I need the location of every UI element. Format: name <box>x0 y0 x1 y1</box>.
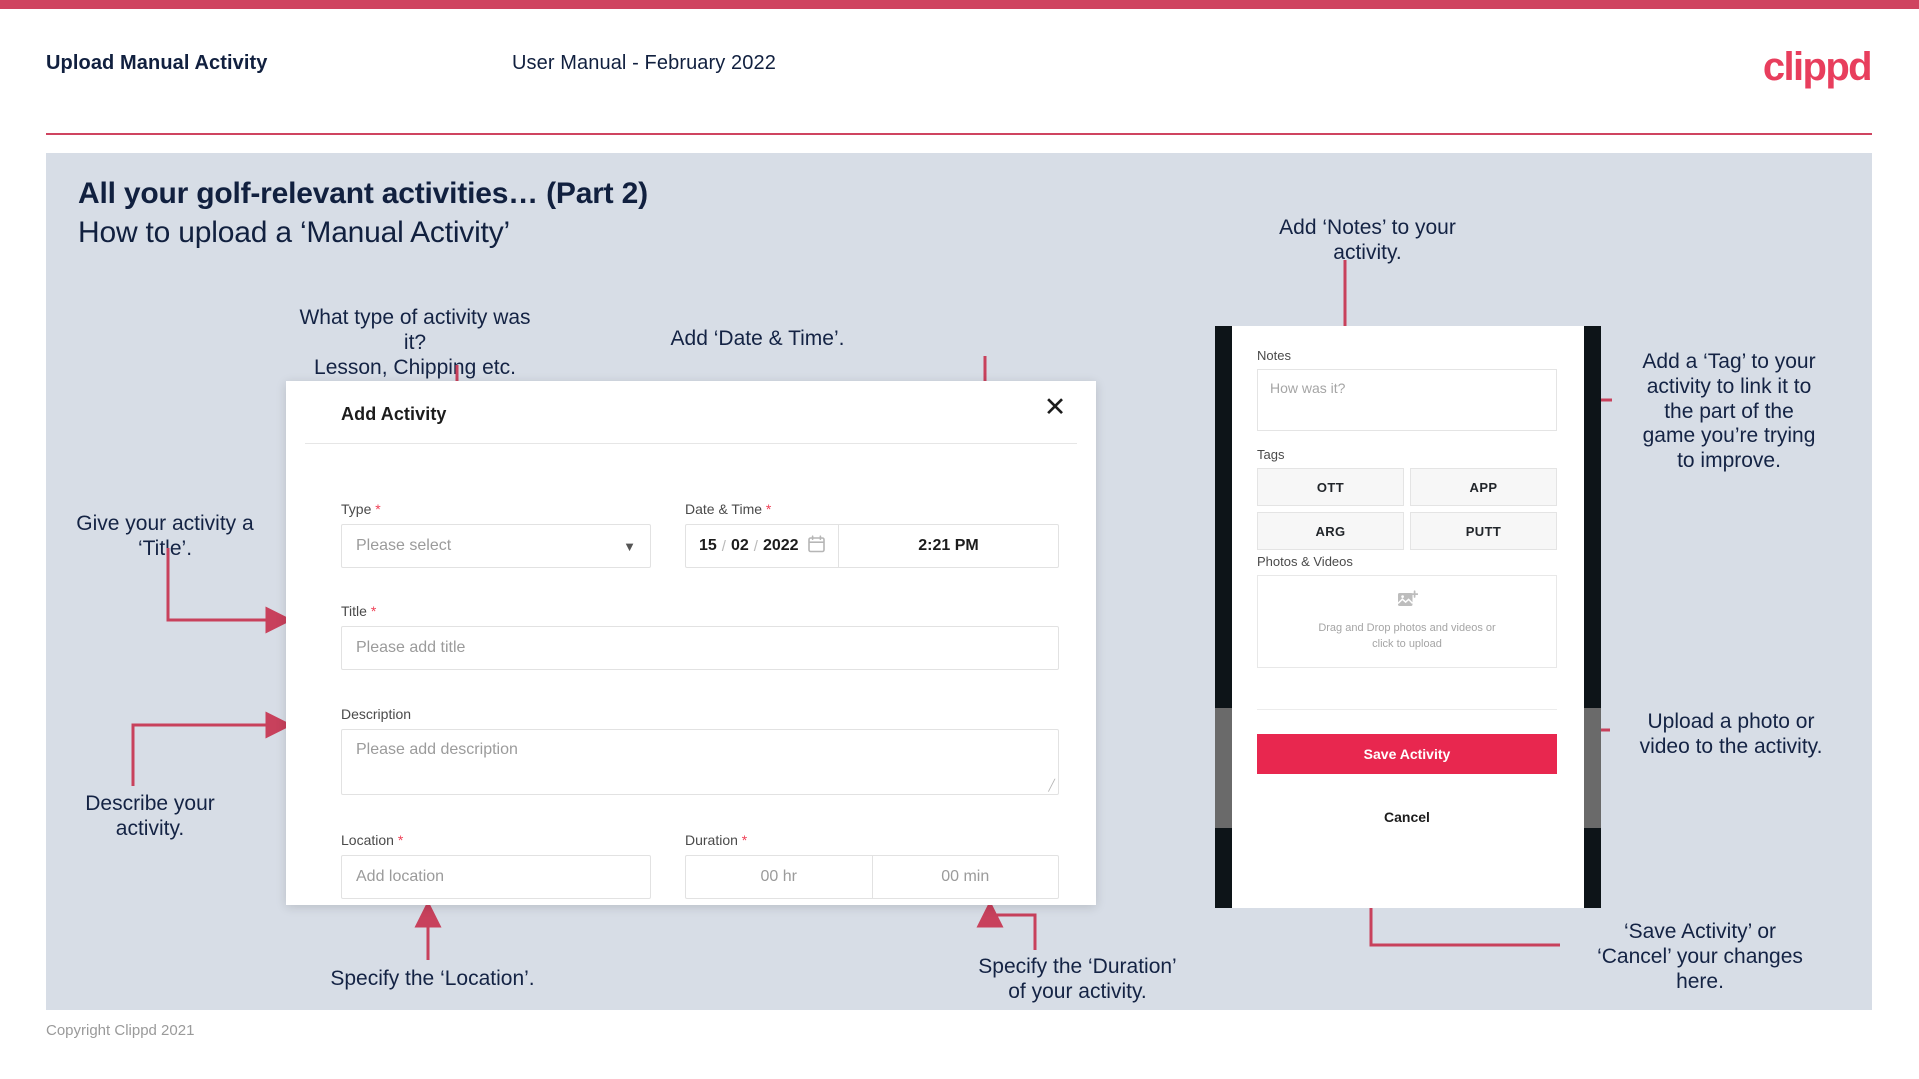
phone-notes-field: Notes How was it? <box>1257 348 1557 431</box>
annotation-notes: Add ‘Notes’ to your activity. <box>1279 216 1456 264</box>
title-input[interactable]: Please add title <box>341 626 1059 670</box>
top-accent-bar <box>0 0 1919 9</box>
cancel-button[interactable]: Cancel <box>1257 803 1557 831</box>
datetime-group: 15 / 02 / 2022 2:21 PM <box>685 524 1059 568</box>
duration-minutes-input[interactable]: 00 min <box>873 856 1059 898</box>
slide-subtitle: How to upload a ‘Manual Activity’ <box>78 216 510 249</box>
field-datetime-label-text: Date & Time <box>685 501 763 517</box>
location-input-placeholder: Add location <box>356 868 445 885</box>
field-location-label-text: Location <box>341 832 394 848</box>
field-datetime-label: Date & Time * <box>685 501 1059 517</box>
media-dropzone-hint: Drag and Drop photos and videos or click… <box>1318 621 1495 653</box>
duration-group: 00 hr 00 min <box>685 855 1059 899</box>
clippd-logo: clippd <box>1762 45 1873 89</box>
field-title-label-text: Title <box>341 603 367 619</box>
phone-notes-input[interactable]: How was it? <box>1257 369 1557 431</box>
phone-button-right <box>1584 708 1601 828</box>
add-activity-modal: Add Activity ✕ Type * Please select ▼ Da… <box>286 381 1096 905</box>
field-duration-label-text: Duration <box>685 832 738 848</box>
modal-divider <box>305 443 1077 444</box>
annotation-tags: Add a ‘Tag’ to your activity to link it t… <box>1642 350 1816 473</box>
annotation-description: Describe your activity. <box>85 792 215 840</box>
field-type-label-text: Type <box>341 501 372 517</box>
annotation-upload: Upload a photo or video to the activity. <box>1639 710 1823 758</box>
phone-button-left <box>1215 708 1232 828</box>
field-description: Description Please add description ╱ <box>341 706 1059 795</box>
annotation-title: Give your activity a ‘Title’. <box>76 512 254 560</box>
annotation-type: What type of activity was it? Lesson, Chi… <box>299 306 531 379</box>
media-dropzone[interactable]: Drag and Drop photos and videos or click… <box>1257 575 1557 668</box>
modal-title: Add Activity <box>341 404 447 424</box>
phone-tags-grid: OTT APP ARG PUTT <box>1257 468 1557 550</box>
annotation-datetime: Add ‘Date & Time’. <box>670 327 845 350</box>
chevron-down-icon: ▼ <box>623 538 636 554</box>
media-hint-line-1: Drag and Drop photos and videos or <box>1318 622 1496 635</box>
modal-header: Add Activity ✕ <box>286 381 1096 443</box>
phone-notes-label: Notes <box>1257 348 1291 363</box>
field-location: Location * Add location <box>341 832 651 899</box>
date-sep-2: / <box>753 537 758 555</box>
field-type: Type * Please select ▼ <box>341 501 651 568</box>
date-day: 15 <box>699 537 717 554</box>
tag-button-putt[interactable]: PUTT <box>1410 512 1557 550</box>
slide-title: All your golf-relevant activities… (Part… <box>78 177 648 210</box>
annotation-duration: Specify the ‘Duration’ of your activity. <box>978 955 1177 1003</box>
type-select-placeholder: Please select <box>356 537 452 554</box>
required-marker: * <box>366 603 377 619</box>
required-marker: * <box>762 501 772 517</box>
add-image-icon <box>1396 590 1418 614</box>
media-hint-line-2: click to upload <box>1372 638 1442 650</box>
date-input[interactable]: 15 / 02 / 2022 <box>686 525 839 567</box>
header-title: Upload Manual Activity <box>46 52 268 74</box>
save-activity-button[interactable]: Save Activity <box>1257 734 1557 774</box>
type-select[interactable]: Please select ▼ <box>341 524 651 568</box>
tag-button-app[interactable]: APP <box>1410 468 1557 506</box>
tag-button-ott[interactable]: OTT <box>1257 468 1404 506</box>
required-marker: * <box>371 501 381 517</box>
location-input[interactable]: Add location <box>341 855 651 899</box>
phone-media-section: Photos & Videos Drag and Drop photos and… <box>1257 554 1557 668</box>
required-marker: * <box>737 832 748 848</box>
field-location-label: Location * <box>341 832 651 848</box>
date-year: 2022 <box>762 537 799 554</box>
field-title-label: Title * <box>341 603 1059 619</box>
phone-media-label: Photos & Videos <box>1257 554 1353 569</box>
field-description-label: Description <box>341 706 412 722</box>
field-title: Title * Please add title <box>341 603 1059 670</box>
phone-screen: Notes How was it? Tags OTT APP ARG PUTT … <box>1232 326 1584 908</box>
tag-button-arg[interactable]: ARG <box>1257 512 1404 550</box>
header-divider <box>46 133 1872 135</box>
date-month: 02 <box>730 537 749 554</box>
resize-grip-icon[interactable]: ╱ <box>1048 779 1055 792</box>
description-placeholder: Please add description <box>356 741 518 758</box>
field-duration-label: Duration * <box>685 832 1059 848</box>
duration-hours-input[interactable]: 00 hr <box>686 856 873 898</box>
calendar-icon[interactable] <box>808 534 825 558</box>
close-icon[interactable]: ✕ <box>1040 394 1070 421</box>
field-type-label: Type * <box>341 501 651 517</box>
phone-tags-label: Tags <box>1257 447 1285 462</box>
annotation-location: Specify the ‘Location’. <box>330 967 535 990</box>
date-sep-1: / <box>721 537 726 555</box>
field-duration: Duration * 00 hr 00 min <box>685 832 1059 899</box>
phone-mockup: Notes How was it? Tags OTT APP ARG PUTT … <box>1215 326 1601 908</box>
phone-divider <box>1257 709 1557 710</box>
annotation-save: ‘Save Activity’ or ‘Cancel’ your changes h… <box>1597 920 1803 993</box>
page-header: Upload Manual Activity User Manual - Feb… <box>0 9 1919 135</box>
title-input-placeholder: Please add title <box>356 639 466 656</box>
slide-page: Upload Manual Activity User Manual - Feb… <box>0 0 1919 1079</box>
required-marker: * <box>393 832 404 848</box>
time-input[interactable]: 2:21 PM <box>839 525 1058 567</box>
phone-notes-placeholder: How was it? <box>1270 380 1346 396</box>
footer-copyright: Copyright Clippd 2021 <box>46 1022 195 1039</box>
header-subtitle: User Manual - February 2022 <box>512 52 776 74</box>
description-textarea[interactable]: Please add description ╱ <box>341 729 1059 795</box>
field-datetime: Date & Time * 15 / 02 / 2022 2:21 PM <box>685 501 1059 568</box>
phone-tags-section: Tags OTT APP ARG PUTT <box>1257 447 1557 550</box>
